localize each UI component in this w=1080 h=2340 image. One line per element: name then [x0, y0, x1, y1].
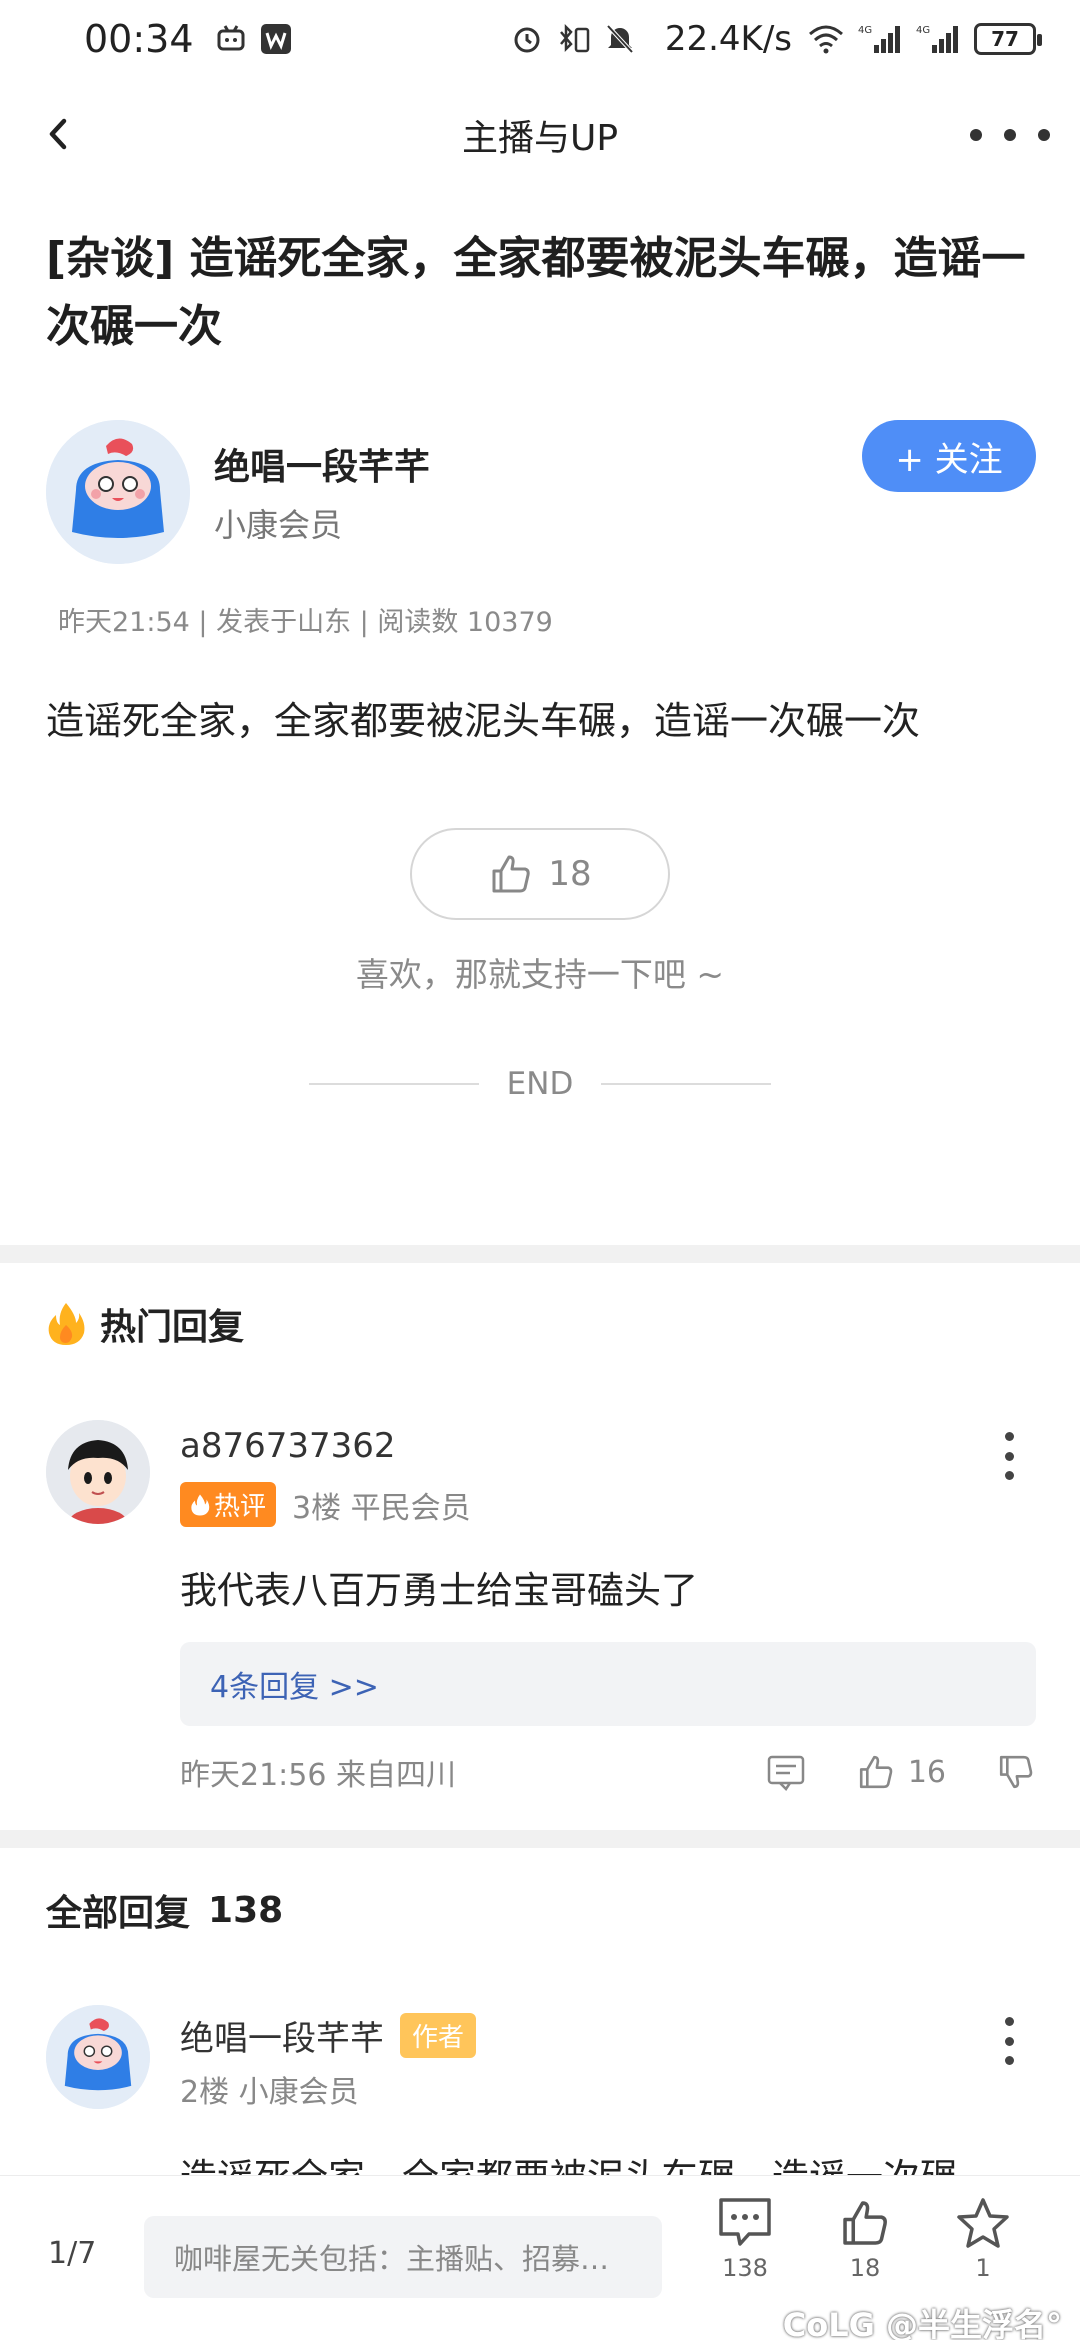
thumbs-down-icon[interactable] [996, 1752, 1036, 1792]
end-label: END [506, 1066, 574, 1102]
comment-like-count: 16 [907, 1754, 946, 1790]
reply-comment-icon[interactable] [766, 1752, 806, 1792]
hot-comment-badge: 热评 [180, 1482, 277, 1527]
bottom-like-button[interactable]: 18 [820, 2196, 910, 2282]
comment-footer: 昨天21:56 来自四川 16 [180, 1750, 1036, 1794]
author-avatar[interactable] [46, 420, 190, 564]
thumbs-up-icon [843, 2201, 887, 2245]
alarm-icon [511, 23, 543, 55]
like-count: 18 [548, 854, 592, 894]
bottom-like-count: 18 [849, 2254, 881, 2282]
comments-count: 138 [722, 2254, 768, 2282]
all-replies-count: 138 [208, 1889, 284, 1931]
comment-item: 绝唱一段芊芊 作者 2楼 小康会员 造谣死全家，全家都要被泥头车碾，造谣一次碾 [46, 2005, 1036, 2175]
comment-time-location: 昨天21:56 来自四川 [180, 1758, 456, 1793]
author-card: 绝唱一段芊芊 小康会员 + 关注 [46, 420, 1036, 565]
status-bar: 00:34 22.4K/s 4G 4G 77 [0, 0, 1080, 78]
all-replies-header: 全部回复 138 [46, 1884, 283, 1936]
signal-icon-2: 4G [916, 23, 960, 55]
more-options-icon[interactable] [970, 115, 1050, 155]
support-hint: 喜欢，那就支持一下吧 ~ [355, 955, 725, 994]
back-arrow-icon[interactable] [34, 109, 84, 159]
commenter-name-row: 绝唱一段芊芊 作者 [180, 2011, 477, 2060]
floor-level: 3楼 平民会员 [292, 1490, 471, 1526]
bilibili-icon [216, 24, 246, 54]
hot-badge-label: 热评 [214, 1492, 267, 1522]
fire-icon [48, 1303, 85, 1345]
section-divider [0, 1830, 1080, 1848]
floor-level: 2楼 小康会员 [180, 2075, 359, 2110]
star-icon [957, 2198, 1009, 2248]
commenter-name[interactable]: a876737362 [180, 1426, 396, 1466]
author-badge: 作者 [400, 2013, 477, 2058]
section-divider [0, 1245, 1080, 1263]
signal-icon: 4G [858, 23, 902, 55]
fire-small-icon [191, 1494, 210, 1515]
commenter-info: 热评 3楼 平民会员 [180, 1482, 471, 1527]
wifi-icon [808, 24, 844, 54]
comment-text: 造谣死全家，全家都要被泥头车碾，造谣一次碾 [180, 2147, 957, 2175]
mute-bell-icon [605, 23, 635, 55]
net-speed: 22.4K/s [664, 19, 792, 59]
comment-like-button[interactable]: 16 [856, 1752, 946, 1792]
wps-icon [260, 23, 292, 55]
commenter-avatar[interactable] [46, 2005, 150, 2109]
commenter-info: 2楼 小康会员 [180, 2067, 359, 2111]
favorite-button[interactable]: 1 [938, 2196, 1028, 2282]
end-divider: END [0, 1066, 1080, 1102]
post-title: [杂谈] 造谣死全家，全家都要被泥头车碾，造谣一次碾一次 [46, 233, 1026, 352]
commenter-avatar[interactable] [46, 1420, 150, 1524]
battery-icon: 77 [974, 23, 1042, 55]
svg-text:4G: 4G [916, 25, 930, 36]
commenter-name[interactable]: 绝唱一段芊芊 [180, 2011, 384, 2060]
top-nav: 主播与UP [0, 95, 1080, 175]
thumbs-up-icon [859, 1755, 893, 1789]
all-replies-title: 全部回复 [46, 1893, 191, 1934]
author-name[interactable]: 绝唱一段芊芊 [214, 438, 430, 490]
thumbs-up-icon [492, 855, 531, 893]
hot-replies-header: 热门回复 [46, 1298, 244, 1350]
comment-more-icon[interactable] [1002, 2017, 1016, 2065]
page-title: 主播与UP [461, 118, 619, 159]
reply-input[interactable]: 咖啡屋无关包括：主播贴、招募… [144, 2216, 662, 2298]
like-button[interactable]: 18 [410, 828, 670, 920]
author-level: 小康会员 [214, 506, 343, 544]
watermark: CoLG @半生浮名° [782, 2306, 1062, 2340]
view-replies-link[interactable]: 4条回复 >> [180, 1642, 1036, 1726]
follow-button[interactable]: + 关注 [862, 420, 1036, 492]
page-indicator[interactable]: 1/7 [48, 2236, 96, 2271]
comment-text: 我代表八百万勇士给宝哥磕头了 [180, 1569, 698, 1612]
favorite-count: 1 [975, 2254, 991, 2282]
clock: 00:34 [84, 17, 194, 61]
svg-text:4G: 4G [858, 25, 872, 36]
hot-replies-title: 热门回复 [100, 1307, 245, 1348]
comment-bubble-icon [719, 2198, 771, 2246]
comments-button[interactable]: 138 [700, 2196, 790, 2282]
post-body: 造谣死全家，全家都要被泥头车碾，造谣一次碾一次 [46, 699, 921, 743]
comment-more-icon[interactable] [1002, 1432, 1016, 1480]
bluetooth-battery-icon [557, 23, 591, 55]
comment-item: a876737362 热评 3楼 平民会员 我代表八百万勇士给宝哥磕头了 4条回… [46, 1420, 1036, 1810]
post-meta: 昨天21:54 | 发表于山东 | 阅读数 10379 [58, 607, 553, 638]
